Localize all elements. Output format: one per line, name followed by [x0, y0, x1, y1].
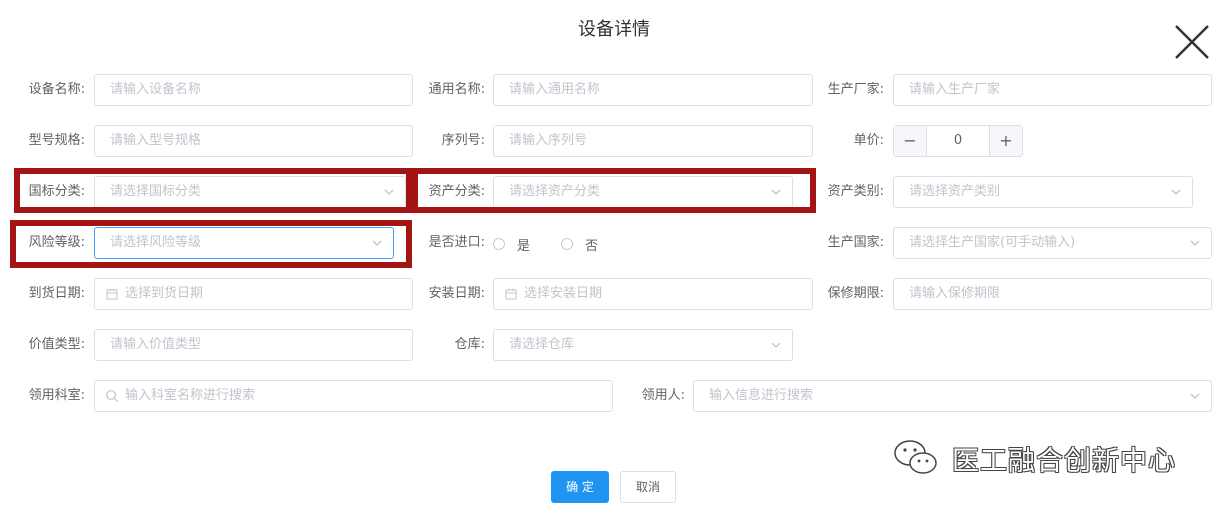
origin-country-select[interactable]: 请选择生产国家(可手动输入) [893, 227, 1212, 259]
warranty-input[interactable]: 请输入保修期限 [893, 278, 1212, 310]
chevron-down-icon [771, 189, 781, 195]
department-search-input[interactable]: 输入科室名称进行搜索 [94, 380, 613, 412]
manufacturer-label: 生产厂家: [827, 82, 884, 97]
confirm-button[interactable]: 确 定 [551, 471, 609, 503]
search-icon [106, 390, 118, 402]
common-name-label: 通用名称: [428, 82, 485, 97]
chevron-down-icon [771, 342, 781, 348]
chevron-down-icon [372, 240, 382, 246]
warranty-label: 保修期限: [827, 286, 884, 301]
warehouse-select[interactable]: 请选择仓库 [493, 329, 793, 361]
origin-country-label: 生产国家: [827, 235, 884, 250]
chevron-down-icon [1190, 393, 1200, 399]
close-icon[interactable] [1172, 22, 1212, 62]
watermark: 医工融合创新中心 [892, 438, 1176, 478]
calendar-icon [505, 288, 517, 300]
arrival-date-label: 到货日期: [28, 286, 85, 301]
imported-label: 是否进口: [428, 235, 485, 250]
wechat-icon [894, 440, 937, 474]
asset-class-select[interactable]: 请选择资产分类 [493, 176, 793, 208]
imported-radio-no[interactable]: 否 [561, 234, 598, 254]
risk-level-select[interactable]: 请选择风险等级 [94, 227, 394, 259]
cancel-button[interactable]: 取消 [620, 471, 676, 503]
increment-button[interactable]: + [989, 126, 1022, 156]
radio-no-label: 否 [585, 238, 599, 254]
price-stepper[interactable]: − 0 + [893, 125, 1023, 157]
national-class-select[interactable]: 请选择国标分类 [94, 176, 406, 208]
device-name-input[interactable]: 请输入设备名称 [94, 74, 413, 106]
recipient-select[interactable]: 输入信息进行搜索 [693, 380, 1212, 412]
manufacturer-input[interactable]: 请输入生产厂家 [893, 74, 1212, 106]
price-label: 单价: [853, 133, 884, 148]
asset-type-select[interactable]: 请选择资产类别 [893, 176, 1193, 208]
dialog-title: 设备详情 [578, 19, 650, 40]
serial-input[interactable]: 请输入序列号 [493, 125, 813, 157]
calendar-icon [106, 288, 118, 300]
chevron-down-icon [1171, 189, 1181, 195]
asset-class-label: 资产分类: [428, 184, 485, 199]
warehouse-label: 仓库: [454, 337, 485, 352]
decrement-button[interactable]: − [894, 126, 927, 156]
price-value[interactable]: 0 [927, 126, 989, 156]
serial-label: 序列号: [441, 133, 485, 148]
install-date-label: 安装日期: [428, 286, 485, 301]
device-name-label: 设备名称: [28, 82, 85, 97]
value-type-label: 价值类型: [28, 337, 85, 352]
chevron-down-icon [384, 189, 394, 195]
chevron-down-icon [1190, 240, 1200, 246]
model-label: 型号规格: [28, 133, 85, 148]
national-class-label: 国标分类: [28, 184, 85, 199]
risk-level-label: 风险等级: [28, 235, 85, 250]
watermark-text: 医工融合创新中心 [952, 445, 1176, 477]
radio-circle-icon [561, 238, 573, 250]
common-name-input[interactable]: 请输入通用名称 [493, 74, 813, 106]
imported-radio-yes[interactable]: 是 [493, 234, 530, 254]
value-type-input[interactable]: 请输入价值类型 [94, 329, 413, 361]
radio-circle-icon [493, 238, 505, 250]
asset-type-label: 资产类别: [827, 184, 884, 199]
arrival-date-picker[interactable]: 选择到货日期 [94, 278, 413, 310]
recipient-label: 领用人: [641, 388, 685, 403]
model-input[interactable]: 请输入型号规格 [94, 125, 413, 157]
department-label: 领用科室: [28, 388, 85, 403]
install-date-picker[interactable]: 选择安装日期 [493, 278, 813, 310]
radio-yes-label: 是 [517, 238, 531, 254]
